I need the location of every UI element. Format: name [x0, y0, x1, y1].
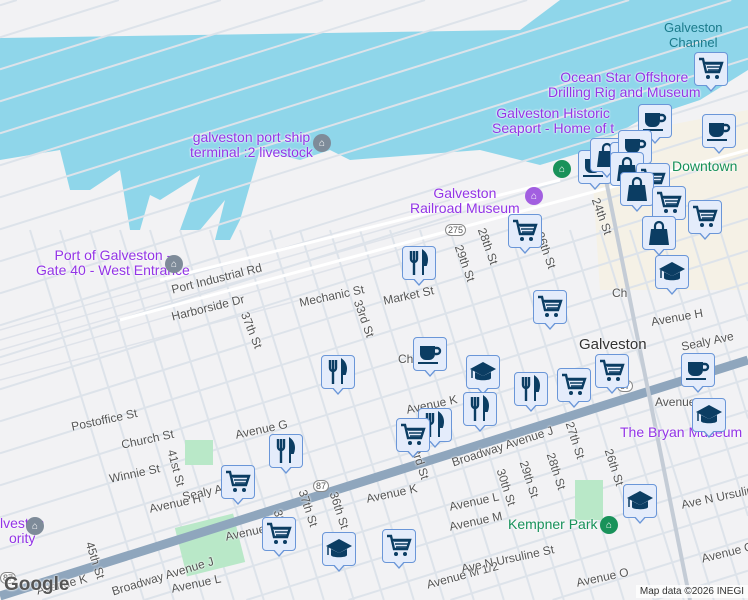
cart-marker[interactable] — [694, 52, 728, 94]
coffee-cup-icon — [702, 114, 736, 148]
fork-marker[interactable] — [321, 355, 355, 397]
fork-marker[interactable] — [514, 372, 548, 414]
cart-marker[interactable] — [533, 290, 567, 332]
route-shield: 275 — [445, 224, 467, 236]
graduation-cap-icon — [322, 532, 356, 566]
marker-pointer-fill — [702, 428, 716, 436]
coffee-cup-icon — [413, 337, 447, 371]
poi-pin-icon[interactable]: ⌂ — [26, 517, 44, 535]
bag-marker[interactable] — [642, 216, 676, 258]
marker-pointer-fill — [524, 402, 538, 410]
area-label-downtown: Downtown — [672, 158, 738, 174]
shopping-cart-icon — [533, 290, 567, 324]
shopping-cart-icon — [262, 517, 296, 551]
fork-knife-icon — [402, 246, 436, 280]
cart-marker[interactable] — [262, 517, 296, 559]
marker-pointer-fill — [630, 202, 644, 210]
shopping-cart-icon — [652, 186, 686, 220]
cart-marker[interactable] — [396, 418, 430, 460]
marker-pointer-fill — [428, 438, 442, 446]
cart-marker[interactable] — [382, 529, 416, 571]
park-label-kempner: Kempner Park — [508, 516, 598, 532]
grad-marker[interactable] — [466, 355, 500, 397]
map-attribution[interactable]: Map data ©2026 INEGI — [635, 585, 748, 598]
marker-pointer-fill — [406, 448, 420, 456]
street-label: Avenue — [655, 395, 696, 409]
cup-marker[interactable] — [702, 114, 736, 156]
poi-label-railroad-museum: Galveston Railroad Museum — [410, 185, 520, 216]
bag-marker[interactable] — [620, 172, 654, 214]
marker-pointer-fill — [567, 398, 581, 406]
shopping-cart-icon — [382, 529, 416, 563]
shopping-cart-icon — [557, 368, 591, 402]
marker-pointer-fill — [331, 385, 345, 393]
city-label: Galveston — [579, 336, 647, 353]
fork-marker[interactable] — [402, 246, 436, 288]
shopping-cart-icon — [595, 354, 629, 388]
grad-marker[interactable] — [322, 532, 356, 574]
grad-marker[interactable] — [692, 398, 726, 440]
shopping-cart-icon — [221, 465, 255, 499]
marker-pointer-fill — [633, 514, 647, 522]
shopping-bag-icon — [620, 172, 654, 206]
coffee-cup-icon — [681, 353, 715, 387]
fork-marker[interactable] — [269, 434, 303, 476]
poi-label-ocean-star: Ocean Star Offshore Drilling Rig and Mus… — [548, 69, 701, 100]
graduation-cap-icon — [623, 484, 657, 518]
poi-pin-icon[interactable]: ⌂ — [553, 160, 571, 178]
grad-marker[interactable] — [623, 484, 657, 526]
grad-marker[interactable] — [655, 255, 689, 297]
poi-pin-icon[interactable]: ⌂ — [313, 134, 331, 152]
marker-pointer-fill — [665, 285, 679, 293]
fork-knife-icon — [269, 434, 303, 468]
marker-pointer-fill — [543, 320, 557, 328]
marker-pointer-fill — [332, 562, 346, 570]
marker-pointer-fill — [272, 547, 286, 555]
fork-knife-icon — [321, 355, 355, 389]
cup-marker[interactable] — [413, 337, 447, 379]
fork-knife-icon — [514, 372, 548, 406]
cart-marker[interactable] — [221, 465, 255, 507]
graduation-cap-icon — [692, 398, 726, 432]
marker-pointer-fill — [652, 246, 666, 254]
fork-marker[interactable] — [463, 392, 497, 434]
poi-pin-icon[interactable]: ⌂ — [525, 187, 543, 205]
route-shield: 87 — [313, 480, 330, 492]
marker-pointer-fill — [704, 82, 718, 90]
shopping-cart-icon — [688, 200, 722, 234]
cup-marker[interactable] — [681, 353, 715, 395]
shopping-cart-icon — [508, 214, 542, 248]
marker-pointer-fill — [712, 144, 726, 152]
marker-pointer-fill — [473, 422, 487, 430]
cart-marker[interactable] — [557, 368, 591, 410]
marker-pointer-fill — [605, 384, 619, 392]
poi-pin-icon[interactable]: ⌂ — [600, 516, 618, 534]
water-label: Galveston Channel — [664, 20, 723, 50]
marker-pointer-fill — [392, 559, 406, 567]
street-label: Ch — [612, 286, 628, 300]
shopping-cart-icon — [396, 418, 430, 452]
marker-pointer-fill — [518, 244, 532, 252]
shopping-bag-icon — [642, 216, 676, 250]
poi-label-port-terminal: galveston port ship terminal :2 livestoc… — [190, 129, 313, 160]
marker-pointer-fill — [279, 464, 293, 472]
marker-pointer-fill — [231, 495, 245, 503]
google-logo: Google — [4, 574, 70, 595]
poi-pin-icon[interactable]: ⌂ — [165, 255, 183, 273]
graduation-cap-icon — [466, 355, 500, 389]
marker-pointer-fill — [412, 276, 426, 284]
poi-label-historic-seaport: Galveston Historic Seaport - Home of t — [492, 105, 615, 136]
cart-marker[interactable] — [595, 354, 629, 396]
marker-pointer-fill — [698, 230, 712, 238]
cart-marker[interactable] — [508, 214, 542, 256]
marker-pointer-fill — [691, 383, 705, 391]
shopping-cart-icon — [694, 52, 728, 86]
marker-pointer-fill — [588, 180, 602, 188]
fork-knife-icon — [463, 392, 497, 426]
marker-pointer-fill — [423, 367, 437, 375]
cart-marker[interactable] — [688, 200, 722, 242]
graduation-cap-icon — [655, 255, 689, 289]
